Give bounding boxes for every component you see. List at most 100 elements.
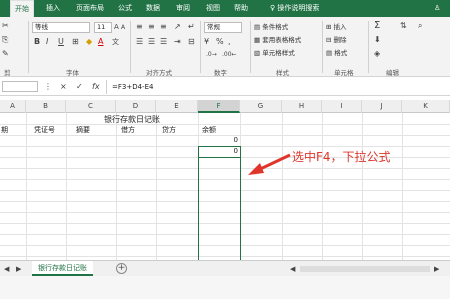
column-header-J[interactable]: J <box>362 100 402 113</box>
column-header-A[interactable]: A <box>0 100 26 113</box>
confirm-icon[interactable]: ✓ <box>76 82 83 92</box>
sheet-tab-bank-journal[interactable]: 银行存款日记账 <box>32 261 93 276</box>
decrease-decimal-icon[interactable]: .00← <box>222 50 237 60</box>
currency-icon[interactable]: ¥ <box>204 37 209 47</box>
italic-button[interactable]: I <box>46 37 48 47</box>
group-styles-label: 样式 <box>276 69 289 77</box>
next-sheet-icon[interactable]: ▶ <box>16 264 21 274</box>
header-debit-cell[interactable]: 借方 <box>121 125 135 135</box>
sort-filter-icon[interactable]: ⇅ <box>400 21 407 31</box>
cancel-icon[interactable]: × <box>60 82 67 92</box>
tab-formulas[interactable]: 公式 <box>114 0 136 17</box>
header-balance-cell[interactable]: 余额 <box>202 125 216 135</box>
tab-home[interactable]: 开始 <box>10 0 34 17</box>
delete-icon: ⊟ <box>326 36 332 44</box>
wrap-text-icon[interactable]: ↵ <box>188 22 195 32</box>
tab-insert[interactable]: 插入 <box>42 0 64 17</box>
align-left-icon[interactable]: ☰ <box>136 37 143 47</box>
align-middle-icon[interactable]: ≡ <box>148 22 155 32</box>
tab-help[interactable]: 帮助 <box>230 0 252 17</box>
orientation-icon[interactable]: ↗ <box>174 22 181 32</box>
add-sheet-button[interactable]: + <box>116 263 127 274</box>
conditional-format-label: 条件格式 <box>262 23 289 31</box>
column-header-bar: A B C D E F G H I J K <box>0 100 450 113</box>
delete-button[interactable]: ⊟ 删除 <box>326 35 347 46</box>
table-icon: ▦ <box>254 36 261 44</box>
scroll-right-icon[interactable]: ▶ <box>434 264 439 274</box>
format-as-table-label: 套用表格格式 <box>262 36 302 44</box>
fill-range-selection[interactable] <box>198 157 241 260</box>
align-center-icon[interactable]: ☰ <box>148 37 155 47</box>
column-header-E[interactable]: E <box>156 100 198 113</box>
ribbon: ✂ ⎘ ✎ 剪 等线 11 A A B I U ⊞ ◆ A 文 字体 ≡ ≡ ≡… <box>0 17 450 77</box>
increase-decimal-icon[interactable]: .0→ <box>206 50 217 60</box>
merge-center-icon[interactable]: ⊟ <box>188 37 195 47</box>
column-header-F[interactable]: F <box>198 100 240 113</box>
sheet-title-cell[interactable]: 银行存款日记账 <box>66 114 198 125</box>
format-as-table-button[interactable]: ▦ 套用表格格式 <box>254 35 301 46</box>
horizontal-scrollbar[interactable] <box>300 266 430 272</box>
phonetic-button[interactable]: 文 <box>112 37 119 47</box>
column-header-I[interactable]: I <box>322 100 362 113</box>
prev-sheet-icon[interactable]: ◀ <box>4 264 9 274</box>
font-size-select[interactable]: 11 <box>94 22 112 33</box>
format-painter-icon[interactable]: ✎ <box>2 49 9 59</box>
percent-button[interactable]: % <box>216 37 224 47</box>
formula-input[interactable]: =F3+D4-E4 <box>112 82 153 92</box>
user-icon[interactable]: ♙ <box>430 0 444 17</box>
copy-icon[interactable]: ⎘ <box>2 35 8 45</box>
comma-button[interactable]: , <box>228 37 231 47</box>
fill-down-icon[interactable]: ⬇ <box>374 35 381 45</box>
column-header-H[interactable]: H <box>282 100 322 113</box>
column-header-K[interactable]: K <box>402 100 450 113</box>
column-header-B[interactable]: B <box>26 100 66 113</box>
divider <box>130 21 131 73</box>
find-select-icon[interactable]: ⌕ <box>418 21 422 31</box>
name-box-dropdown-icon[interactable]: ⋮ <box>44 82 52 92</box>
worksheet-grid[interactable]: 银行存款日记账 期 凭证号 摘要 借方 贷方 余额 0 0 选中F4，下拉公式 <box>0 113 450 260</box>
divider <box>200 21 201 73</box>
column-header-D[interactable]: D <box>116 100 156 113</box>
column-header-G[interactable]: G <box>240 100 282 113</box>
align-top-icon[interactable]: ≡ <box>136 22 143 32</box>
conditional-format-button[interactable]: ▤ 条件格式 <box>254 22 288 33</box>
tab-review[interactable]: 审阅 <box>172 0 194 17</box>
format-icon: ▤ <box>326 49 333 57</box>
tab-page-layout[interactable]: 页面布局 <box>72 0 108 17</box>
divider <box>28 21 29 73</box>
divider <box>368 21 369 73</box>
header-voucher-cell[interactable]: 凭证号 <box>34 125 55 135</box>
tell-me-search[interactable]: ♀ 操作说明搜索 <box>266 0 323 17</box>
font-color-button[interactable]: A <box>98 37 103 47</box>
insert-button[interactable]: ⊞ 插入 <box>326 22 347 33</box>
fill-color-icon[interactable]: ◆ <box>86 37 92 47</box>
header-date-cell[interactable]: 期 <box>1 125 8 135</box>
align-right-icon[interactable]: ☰ <box>160 37 167 47</box>
group-alignment-label: 对齐方式 <box>146 69 172 77</box>
font-name-select[interactable]: 等线 <box>32 22 90 33</box>
underline-button[interactable]: U <box>58 37 64 47</box>
cell-f3[interactable]: 0 <box>198 136 238 144</box>
annotation-arrow-icon <box>248 153 291 175</box>
decrease-font-icon[interactable]: A <box>121 23 125 33</box>
divider <box>322 21 323 73</box>
tab-view[interactable]: 视图 <box>202 0 224 17</box>
bold-button[interactable]: B <box>34 37 40 47</box>
tab-data[interactable]: 数据 <box>142 0 164 17</box>
insert-function-icon[interactable]: fx <box>92 82 100 92</box>
format-button[interactable]: ▤ 格式 <box>326 48 347 59</box>
clear-icon[interactable]: ◈ <box>374 49 380 59</box>
cut-icon[interactable]: ✂ <box>2 21 9 31</box>
border-icon[interactable]: ⊞ <box>72 37 79 47</box>
cell-styles-button[interactable]: ▧ 单元格样式 <box>254 48 295 59</box>
name-box[interactable] <box>2 81 38 92</box>
align-bottom-icon[interactable]: ≡ <box>160 22 167 32</box>
indent-icon[interactable]: ⇥ <box>174 37 181 47</box>
scroll-left-icon[interactable]: ◀ <box>290 264 295 274</box>
increase-font-icon[interactable]: A <box>114 22 119 32</box>
header-summary-cell[interactable]: 摘要 <box>76 125 90 135</box>
column-header-C[interactable]: C <box>66 100 116 113</box>
autosum-button[interactable]: Σ <box>374 21 380 31</box>
header-credit-cell[interactable]: 贷方 <box>162 125 176 135</box>
number-format-select[interactable]: 常规 <box>204 22 242 33</box>
